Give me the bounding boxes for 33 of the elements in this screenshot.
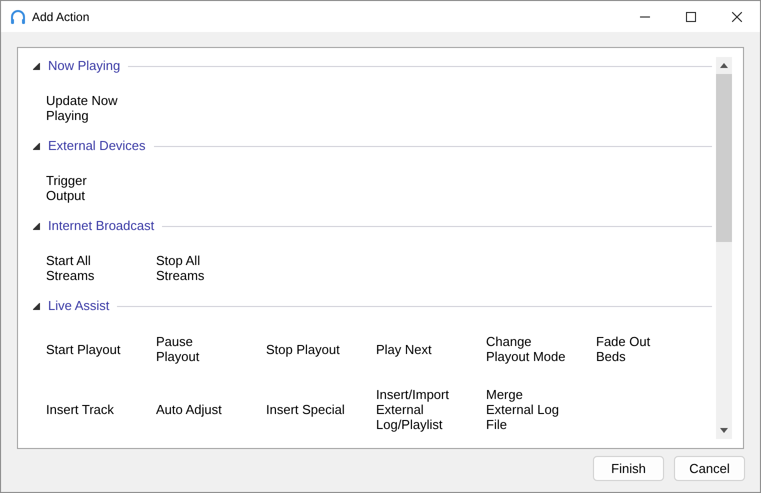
dialog-button[interactable]: Cancel bbox=[674, 456, 745, 481]
action-item[interactable]: Start Playout bbox=[46, 342, 120, 356]
expanded-triangle-icon[interactable] bbox=[33, 222, 40, 230]
group-header: Now Playing bbox=[48, 57, 120, 76]
group-header: Live Assist bbox=[48, 297, 110, 316]
action-item[interactable]: Update Now Playing bbox=[46, 92, 118, 122]
expanded-triangle-icon[interactable] bbox=[33, 302, 40, 310]
maximize-icon bbox=[686, 12, 696, 22]
action-item[interactable]: Trigger Output bbox=[46, 172, 87, 202]
scrollbar[interactable] bbox=[716, 57, 732, 439]
headphones-icon bbox=[10, 8, 26, 24]
scroll-up-icon[interactable] bbox=[720, 63, 728, 68]
action-item[interactable]: Stop Playout bbox=[266, 342, 340, 356]
scrollbar-thumb[interactable] bbox=[716, 74, 732, 242]
action-item[interactable]: Auto Adjust bbox=[156, 402, 222, 416]
expanded-triangle-icon[interactable] bbox=[33, 142, 40, 150]
action-item[interactable]: Start All Streams bbox=[46, 252, 94, 282]
action-item[interactable]: Merge External Log File bbox=[486, 386, 559, 432]
action-item[interactable]: Insert/Import External Log/Playlist bbox=[376, 386, 449, 432]
close-icon bbox=[732, 12, 742, 22]
action-item[interactable]: Insert Track bbox=[46, 402, 114, 416]
action-item[interactable]: Stop All Streams bbox=[156, 252, 204, 282]
action-item[interactable]: Pause Playout bbox=[156, 334, 200, 364]
scroll-down-icon[interactable] bbox=[720, 428, 728, 433]
action-item[interactable]: Change Playout Mode bbox=[486, 334, 566, 364]
expanded-triangle-icon[interactable] bbox=[33, 62, 40, 70]
action-item[interactable]: Insert Special bbox=[266, 402, 345, 416]
group-header: Internet Broadcast bbox=[48, 217, 154, 236]
action-item[interactable]: Fade Out Beds bbox=[596, 334, 650, 364]
action-item[interactable]: Play Next bbox=[376, 342, 432, 356]
group-header: External Devices bbox=[48, 137, 146, 156]
window-title: Add Action bbox=[32, 8, 90, 26]
dialog-button[interactable]: Finish bbox=[593, 456, 664, 481]
